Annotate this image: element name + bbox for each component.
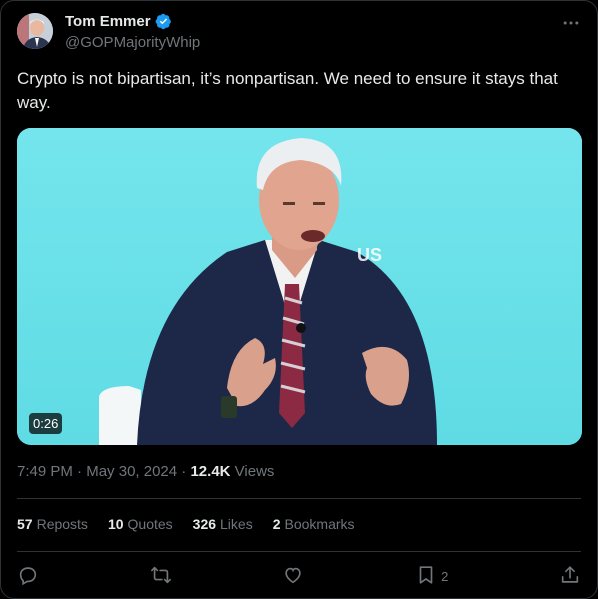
video-frame: US	[17, 128, 582, 445]
tweet-date[interactable]: May 30, 2024	[86, 463, 177, 480]
video-player[interactable]: US 0:26	[17, 128, 582, 445]
more-icon[interactable]	[561, 13, 581, 33]
tweet-card: Tom Emmer @GOPMajorityWhip Crypto is not…	[0, 0, 598, 599]
tweet-header: Tom Emmer @GOPMajorityWhip	[17, 13, 581, 57]
views-count: 12.4K	[190, 463, 231, 480]
quotes-label: Quotes	[127, 516, 173, 532]
bookmark-button[interactable]: 2	[415, 564, 448, 589]
verified-icon	[155, 13, 172, 30]
repost-button[interactable]	[150, 564, 172, 589]
share-icon	[559, 564, 581, 589]
avatar[interactable]	[17, 13, 53, 49]
svg-text:US: US	[357, 245, 382, 265]
views-label: Views	[234, 463, 275, 480]
like-button[interactable]	[282, 564, 304, 589]
reply-icon	[17, 564, 39, 589]
video-duration: 0:26	[29, 413, 63, 434]
reposts-label: Reposts	[36, 516, 88, 532]
tweet-meta: 7:49 PM · May 30, 2024 · 12.4K Views	[17, 463, 274, 480]
bookmark-count: 2	[441, 568, 449, 584]
likes-count: 326	[192, 516, 217, 532]
author-name[interactable]: Tom Emmer	[65, 13, 151, 30]
author-name-row: Tom Emmer	[65, 13, 172, 30]
tweet-text: Crypto is not bipartisan, it’s nonpartis…	[17, 69, 558, 112]
action-bar: 2	[17, 564, 581, 588]
bookmarks-count: 2	[272, 516, 281, 532]
author-handle[interactable]: @GOPMajorityWhip	[65, 34, 200, 51]
quotes-stat[interactable]: 10 Quotes	[108, 516, 173, 532]
reposts-count: 57	[17, 516, 33, 532]
reposts-stat[interactable]: 57 Reposts	[17, 516, 88, 532]
repost-icon	[150, 564, 172, 589]
likes-stat[interactable]: 326 Likes	[193, 516, 253, 532]
divider	[17, 551, 581, 552]
share-button[interactable]	[559, 564, 581, 589]
quotes-count: 10	[107, 516, 124, 532]
bookmarks-stat[interactable]: 2 Bookmarks	[273, 516, 355, 532]
tweet-time[interactable]: 7:49 PM	[17, 463, 73, 480]
bookmarks-label: Bookmarks	[284, 516, 355, 532]
likes-label: Likes	[220, 516, 253, 532]
bookmark-icon	[415, 564, 437, 589]
tweet-stats: 57 Reposts 10 Quotes 326 Likes 2 Bookmarks	[17, 516, 355, 532]
divider	[17, 498, 581, 499]
like-icon	[282, 564, 304, 589]
reply-button[interactable]	[17, 564, 39, 589]
